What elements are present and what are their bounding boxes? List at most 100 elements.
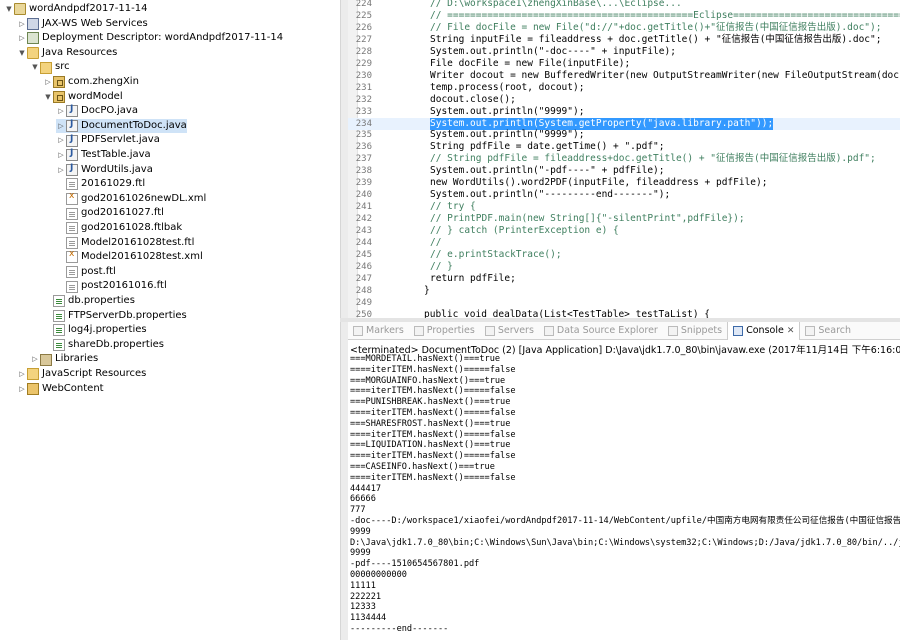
tab-snippets[interactable]: Snippets: [663, 322, 727, 340]
tree-item[interactable]: ▷ DocPO.java: [56, 104, 138, 119]
tab-properties[interactable]: Properties: [409, 322, 480, 340]
line-number: 224: [355, 0, 372, 9]
tree-item-label: shareDb.properties: [68, 338, 164, 350]
code-line[interactable]: 226 // File docFile = new File("d://"+doc…: [348, 22, 900, 34]
code-line[interactable]: 245 // e.printStackTrace();: [348, 249, 900, 261]
java-file-icon: [66, 134, 78, 147]
code-text: // D:\workspace1\zhengXinBase\...\Eclips…: [430, 0, 682, 9]
expanded-twisty-icon[interactable]: ▼: [17, 46, 27, 61]
code-line[interactable]: 246 // }: [348, 261, 900, 273]
tree-item[interactable]: ▷ com.zhengXin: [43, 75, 139, 90]
snippets-icon: [667, 325, 678, 336]
code-line[interactable]: 242 // PrintPDF.main(new String[]{"-silen…: [348, 213, 900, 225]
line-number: 240: [355, 190, 372, 201]
code-line[interactable]: 250 public void dealData(List<TestTable> …: [348, 309, 900, 318]
tree-item[interactable]: db.properties: [43, 294, 135, 309]
collapsed-twisty-icon[interactable]: ▷: [43, 75, 53, 90]
code-line[interactable]: 233 System.out.println("9999");: [348, 106, 900, 118]
tree-item[interactable]: god20161026newDL.xml: [56, 191, 206, 207]
bottom-panel-tabs: Markers Properties Servers Data Source Expl…: [348, 321, 900, 340]
code-text: new WordUtils().word2PDF(inputFile, file…: [430, 177, 768, 189]
code-line[interactable]: 235 System.out.println("9999");: [348, 129, 900, 141]
tree-item[interactable]: ▷ JavaScript Resources: [17, 367, 146, 382]
properties-file-icon: [53, 324, 65, 337]
tree-item-label: src: [55, 61, 70, 73]
line-number: 230: [355, 70, 372, 81]
tree-item[interactable]: ▷ WordUtils.java: [56, 163, 153, 178]
console-output-line: ===MORGUAINFO.hasNext()===true: [350, 375, 506, 386]
tree-item[interactable]: ▷ WebContent: [17, 382, 104, 397]
tree-item[interactable]: ▷ PDFServlet.java: [56, 133, 160, 148]
console-output-line: D:\Java\jdk1.7.0_80\bin;C:\Windows\Sun\J…: [350, 537, 900, 548]
code-line[interactable]: 243 // } catch (PrinterException e) {: [348, 225, 900, 237]
tree-item[interactable]: god20161027.ftl: [56, 206, 164, 221]
code-line[interactable]: 238 System.out.println("-pdf----" + pdfFi…: [348, 165, 900, 177]
code-line[interactable]: 249: [348, 297, 900, 309]
code-line[interactable]: 236 String pdfFile = date.getTime() + ".p…: [348, 141, 900, 153]
close-icon[interactable]: ✕: [787, 326, 795, 336]
tree-item[interactable]: ▼ src: [30, 60, 70, 75]
code-line[interactable]: 228 System.out.println("-doc----" + input…: [348, 46, 900, 58]
collapsed-twisty-icon[interactable]: ▷: [56, 163, 66, 178]
tree-item[interactable]: ▼ wordAndpdf2017-11-14: [4, 2, 147, 17]
console-view[interactable]: <terminated> DocumentToDoc (2) [Java App…: [348, 340, 900, 640]
tab-search[interactable]: Search: [800, 322, 856, 340]
tab-markers[interactable]: Markers: [348, 322, 409, 340]
tree-item[interactable]: log4j.properties: [43, 323, 147, 338]
code-line[interactable]: 244 //: [348, 237, 900, 249]
expanded-twisty-icon[interactable]: ▼: [30, 60, 40, 75]
line-number: 244: [355, 238, 372, 248]
tree-item[interactable]: Model20161028test.xml: [56, 249, 203, 265]
code-line[interactable]: 248}: [348, 285, 900, 297]
code-line[interactable]: 231 temp.process(root, docout);: [348, 82, 900, 94]
code-line[interactable]: 225 // ==================================…: [348, 10, 900, 22]
tree-item[interactable]: ▷ DocumentToDoc.java: [56, 118, 187, 134]
collapsed-twisty-icon[interactable]: ▷: [17, 31, 27, 46]
collapsed-twisty-icon[interactable]: ▷: [17, 367, 27, 382]
collapsed-twisty-icon[interactable]: ▷: [56, 104, 66, 119]
tree-item[interactable]: 20161029.ftl: [56, 177, 145, 192]
tree-item[interactable]: ▷ JAX-WS Web Services: [17, 17, 148, 32]
console-output-line: ===SHARESFROST.hasNext()===true: [350, 418, 511, 429]
tree-item[interactable]: ▷ Libraries: [30, 352, 98, 367]
code-line[interactable]: 241 // try {: [348, 201, 900, 213]
code-line[interactable]: 247 return pdfFile;: [348, 273, 900, 285]
tab-data-source-explorer[interactable]: Data Source Explorer: [539, 322, 663, 340]
code-line[interactable]: 230 Writer docout = new BufferedWriter(ne…: [348, 70, 900, 82]
code-editor[interactable]: 224 // D:\workspace1\zhengXinBase\...\Ecl…: [348, 0, 900, 318]
tree-item[interactable]: post.ftl: [56, 265, 116, 280]
collapsed-twisty-icon[interactable]: ▷: [30, 352, 40, 367]
tree-item[interactable]: ▼ wordModel: [43, 90, 123, 105]
code-line[interactable]: 229 File docFile = new File(inputFile);: [348, 58, 900, 70]
tree-item[interactable]: ▷ TestTable.java: [56, 148, 151, 163]
tab-servers[interactable]: Servers: [480, 322, 539, 340]
tree-item[interactable]: Model20161028test.ftl: [56, 236, 194, 251]
code-text: public void dealData(List<TestTable> tes…: [424, 308, 710, 318]
collapsed-twisty-icon[interactable]: ▷: [56, 133, 66, 148]
expanded-twisty-icon[interactable]: ▼: [4, 2, 14, 17]
tree-item-label: com.zhengXin: [68, 76, 139, 87]
collapsed-twisty-icon[interactable]: ▷: [56, 148, 66, 163]
collapsed-twisty-icon[interactable]: ▷: [17, 382, 27, 397]
code-line[interactable]: 234 System.out.println(System.getProperty…: [348, 117, 900, 130]
code-line[interactable]: 239 new WordUtils().word2PDF(inputFile, f…: [348, 177, 900, 189]
tab-console[interactable]: Console ✕: [727, 321, 801, 340]
tree-item[interactable]: FTPServerDb.properties: [43, 309, 187, 324]
collapsed-twisty-icon[interactable]: ▷: [17, 17, 27, 32]
tree-item[interactable]: shareDb.properties: [43, 338, 164, 353]
code-text: System.out.println("-pdf----" + pdfFile)…: [430, 165, 665, 177]
console-output-line: 777: [350, 505, 366, 516]
code-line[interactable]: 240 System.out.println("---------end-----…: [348, 189, 900, 201]
console-output-line: ===MORDETAIL.hasNext()===true: [350, 354, 501, 364]
code-line[interactable]: 237 // String pdfFile = fileaddress+doc.g…: [348, 153, 900, 165]
code-line[interactable]: 224 // D:\workspace1\zhengXinBase\...\Ecl…: [348, 0, 900, 10]
collapsed-twisty-icon[interactable]: ▷: [56, 119, 66, 134]
code-line[interactable]: 232 docout.close();: [348, 94, 900, 106]
tree-item-label: 20161029.ftl: [81, 178, 146, 190]
expanded-twisty-icon[interactable]: ▼: [43, 90, 53, 105]
tree-item[interactable]: post20161016.ftl: [56, 279, 167, 294]
tree-item[interactable]: god20161028.ftlbak: [56, 221, 182, 236]
tree-item[interactable]: ▼ Java Resources: [17, 46, 117, 61]
code-line[interactable]: 227 String inputFile = fileaddress + doc.…: [348, 34, 900, 46]
tree-item[interactable]: ▷ Deployment Descriptor: wordAndpdf2017-1…: [17, 31, 283, 46]
